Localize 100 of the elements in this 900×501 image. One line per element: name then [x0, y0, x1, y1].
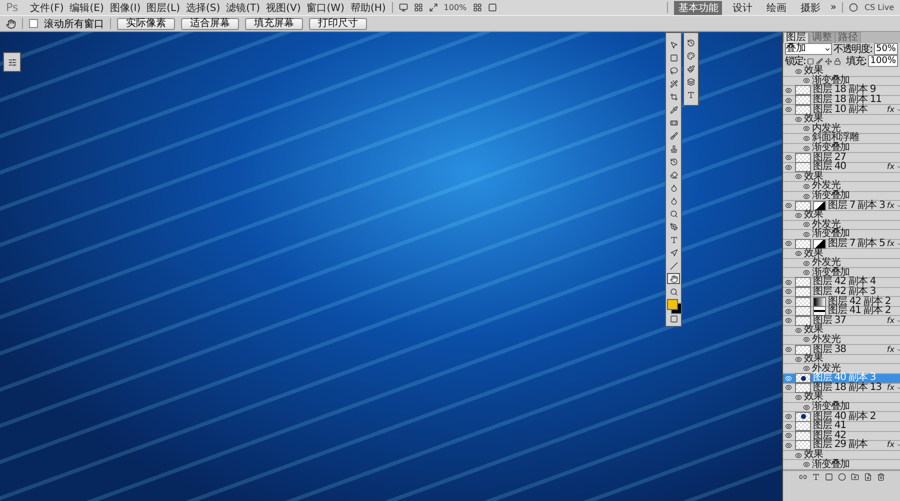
visibility-eye-icon[interactable]	[795, 212, 802, 219]
layer-row[interactable]: 图层 40 副本 2	[783, 412, 900, 422]
visibility-eye-icon[interactable]	[803, 182, 810, 190]
menu-item[interactable]: 图像(I)	[110, 0, 141, 14]
app-logo: Ps	[6, 1, 18, 14]
visibility-eye-icon[interactable]	[785, 86, 793, 94]
visibility-eye-icon[interactable]	[795, 173, 802, 180]
zoom-level[interactable]: 100%	[444, 3, 467, 12]
menu-item[interactable]: 视图(V)	[266, 0, 301, 14]
layer-row[interactable]: 图层 42 副本 2	[783, 297, 900, 307]
visibility-eye-icon[interactable]	[803, 125, 810, 132]
layer-mask-thumbnail	[813, 238, 826, 249]
visibility-eye-icon[interactable]	[803, 269, 810, 276]
visibility-eye-icon[interactable]	[785, 96, 793, 104]
bridge-icon	[398, 3, 408, 12]
visibility-eye-icon[interactable]	[803, 461, 810, 468]
blend-mode-select[interactable]: 叠加	[785, 43, 832, 55]
visibility-eye-icon[interactable]	[795, 452, 802, 459]
visibility-eye-icon[interactable]	[795, 356, 802, 363]
lock-all-icon	[834, 58, 842, 64]
visibility-eye-icon[interactable]	[785, 308, 793, 315]
layer-name: 图层 42	[813, 430, 847, 441]
visibility-eye-icon[interactable]	[803, 77, 810, 84]
arrange-documents-icon	[472, 3, 482, 12]
menu-item[interactable]: 滤镜(T)	[226, 0, 260, 14]
visibility-eye-icon[interactable]	[785, 164, 793, 171]
layer-mask-thumbnail	[813, 296, 826, 307]
menu-item[interactable]: 窗口(W)	[306, 0, 344, 14]
wand-icon	[670, 80, 678, 88]
visibility-eye-icon[interactable]	[803, 134, 810, 142]
effects-label: 效果	[804, 450, 823, 460]
tool-button[interactable]	[667, 273, 680, 284]
workspace-tab[interactable]: 基本功能	[674, 0, 722, 14]
layer-row[interactable]: 图层 7 副本 5 fx	[783, 240, 900, 250]
fx-label: fx	[886, 202, 894, 210]
caret-icon	[824, 46, 831, 52]
visibility-eye-icon[interactable]	[785, 240, 793, 248]
menu-item[interactable]: 图层(L)	[146, 0, 180, 14]
visibility-eye-icon[interactable]	[795, 250, 802, 258]
visibility-eye-icon[interactable]	[795, 68, 802, 75]
option-button[interactable]: 填充屏幕	[245, 18, 303, 30]
checkbox[interactable]	[29, 19, 38, 28]
layer-row[interactable]: 图层 27	[783, 153, 900, 163]
layer-row[interactable]: 图层 41 副本 2	[783, 306, 900, 316]
visibility-eye-icon[interactable]	[803, 192, 810, 200]
menu-item[interactable]: 文件(F)	[30, 0, 64, 14]
menu-item[interactable]: 选择(S)	[186, 0, 220, 14]
layer-comps-icon	[687, 78, 695, 86]
panel-tab[interactable]: 图层	[783, 32, 809, 43]
visibility-eye-icon[interactable]	[795, 394, 802, 401]
visibility-eye-icon[interactable]	[803, 221, 810, 228]
visibility-eye-icon[interactable]	[785, 317, 793, 324]
option-button[interactable]: 实际像素	[117, 18, 175, 30]
visibility-eye-icon[interactable]	[785, 384, 793, 392]
visibility-eye-icon[interactable]	[785, 278, 793, 286]
layer-name: 图层 7 副本 3	[828, 200, 885, 211]
visibility-eye-icon[interactable]	[803, 260, 810, 267]
visibility-eye-icon[interactable]	[785, 432, 793, 440]
visibility-eye-icon[interactable]	[803, 404, 810, 411]
fill-field[interactable]: 100%	[868, 55, 898, 67]
crop-icon	[670, 92, 678, 100]
option-button[interactable]: 打印尺寸	[309, 18, 367, 30]
collapsed-panel[interactable]	[3, 52, 21, 72]
marquee-icon	[670, 54, 678, 62]
effects-label: 效果	[804, 354, 823, 364]
layer-name: 图层 10 副本	[813, 104, 868, 115]
more-workspaces[interactable]: »	[830, 2, 836, 13]
visibility-eye-icon[interactable]	[803, 144, 810, 152]
visibility-eye-icon[interactable]	[785, 413, 793, 420]
workspace-tab[interactable]: 设计	[728, 0, 756, 14]
option-button[interactable]: 适合屏幕	[181, 18, 239, 30]
visibility-eye-icon[interactable]	[785, 346, 793, 354]
layer-name: 图层 40 副本 2	[813, 412, 877, 422]
visibility-eye-icon[interactable]	[785, 154, 793, 162]
visibility-eye-icon[interactable]	[795, 326, 802, 334]
visibility-eye-icon[interactable]	[785, 106, 793, 114]
visibility-eye-icon[interactable]	[785, 422, 793, 430]
fx-label: fx	[886, 106, 894, 114]
effects-label: 效果	[804, 248, 823, 259]
menu-item[interactable]: 帮助(H)	[350, 0, 386, 14]
menu-item[interactable]: 编辑(E)	[70, 0, 104, 14]
visibility-eye-icon[interactable]	[795, 116, 802, 123]
eraser-icon	[670, 170, 678, 178]
visibility-eye-icon[interactable]	[785, 202, 793, 210]
layer-name: 图层 42 副本 2	[828, 296, 892, 307]
visibility-eye-icon[interactable]	[803, 230, 810, 238]
visibility-eye-icon[interactable]	[785, 298, 793, 306]
workspace-tab[interactable]: 摄影	[796, 0, 824, 14]
hand-tool-icon	[6, 18, 16, 28]
zoom-icon	[670, 288, 678, 296]
cs-live-menu[interactable]: CS Live	[864, 3, 894, 12]
view-extras-icon	[428, 3, 438, 12]
opacity-field[interactable]: 50%	[874, 43, 898, 55]
pen-icon	[670, 222, 678, 230]
visibility-eye-icon[interactable]	[785, 288, 793, 296]
workspace-tab[interactable]: 绘画	[762, 0, 790, 14]
visibility-eye-icon[interactable]	[785, 442, 793, 449]
visibility-eye-icon[interactable]	[803, 336, 810, 344]
color-swatch[interactable]	[666, 299, 678, 310]
visibility-eye-icon[interactable]	[803, 365, 810, 372]
